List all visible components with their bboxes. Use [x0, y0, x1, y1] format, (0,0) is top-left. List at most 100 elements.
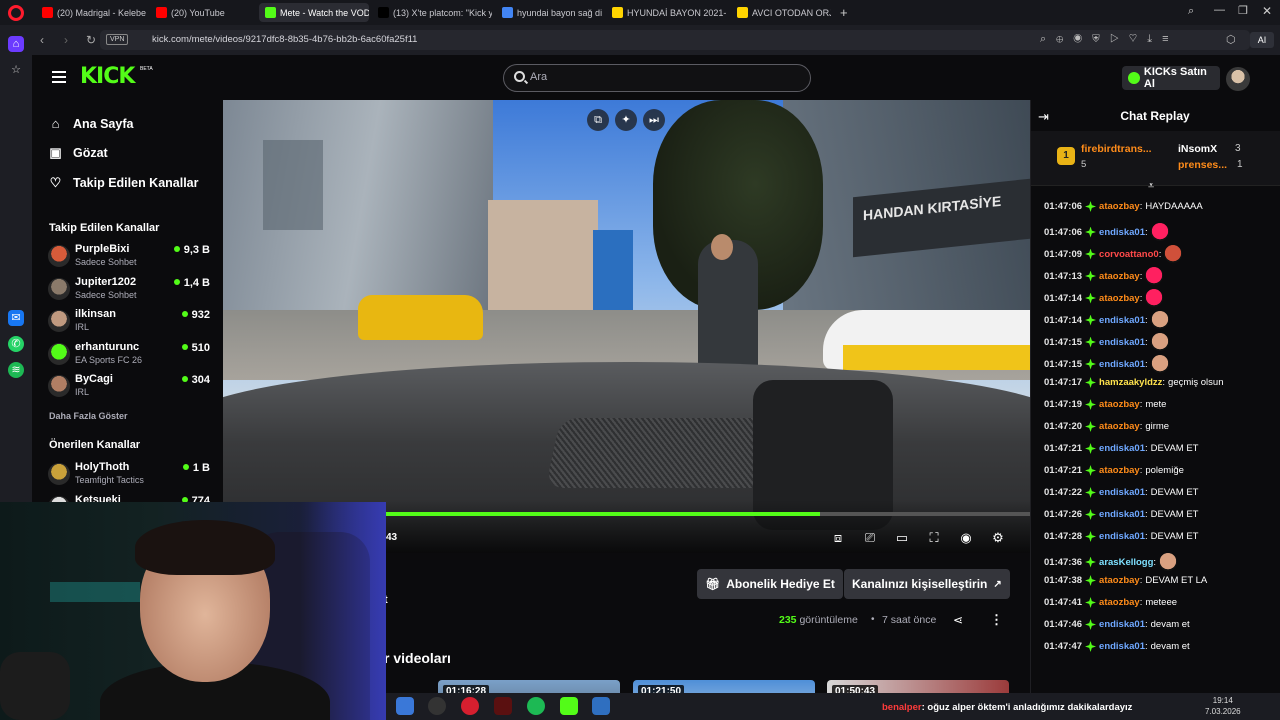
- chat-username[interactable]: ataozbay: [1099, 271, 1140, 282]
- chat-username[interactable]: ataozbay: [1099, 421, 1140, 432]
- share-icon[interactable]: ⋖: [953, 613, 963, 627]
- close-window-icon[interactable]: ✕: [1262, 4, 1272, 18]
- extensions-icon[interactable]: ⬡: [1226, 33, 1236, 46]
- followed-channel[interactable]: Jupiter1202 Sadece Sohbet 1,4 B: [48, 276, 212, 306]
- followed-channel[interactable]: ilkinsan IRL 932: [48, 308, 212, 338]
- chat-badge-icon: [1085, 399, 1097, 410]
- miniplayer-icon[interactable]: ⧈: [830, 530, 846, 546]
- followed-channel[interactable]: ByCagi IRL 304: [48, 373, 212, 403]
- browser-tab[interactable]: (13) X'te platcom: "Kick yo: [372, 3, 492, 22]
- video-yellow-car: [843, 345, 1030, 370]
- home-rail-icon[interactable]: ⌂: [8, 36, 24, 52]
- fullscreen-icon[interactable]: ⛶: [926, 530, 942, 546]
- tab-label: AVCI OTODAN ORJ HYUNI: [752, 7, 831, 18]
- video-player[interactable]: HANDAN KIRTASİYE: [223, 100, 1030, 553]
- top-gifter-name[interactable]: firebirdtrans...: [1081, 143, 1152, 155]
- expand-chevron-icon[interactable]: ⩡: [1148, 180, 1154, 193]
- browser-tab[interactable]: (20) Madrigal - Kelebekler: [36, 3, 146, 22]
- browser-tab[interactable]: Mete - Watch the VOD: [259, 3, 369, 22]
- tab-search-icon[interactable]: ⌕: [1188, 5, 1194, 18]
- taskbar-opera-icon[interactable]: [461, 697, 479, 715]
- chat-username[interactable]: endiska01: [1099, 337, 1145, 348]
- chat-username[interactable]: ataozbay: [1099, 575, 1140, 586]
- messenger-icon[interactable]: ✉: [8, 310, 24, 326]
- browser-tab[interactable]: hyundai bayon sağ dikiz a: [496, 3, 602, 22]
- browser-tab[interactable]: AVCI OTODAN ORJ HYUNI: [731, 3, 831, 22]
- search-input[interactable]: [503, 64, 811, 92]
- chat-username[interactable]: ataozbay: [1099, 465, 1140, 476]
- chat-username[interactable]: endiska01: [1099, 509, 1145, 520]
- chat-username[interactable]: corvoattano0: [1099, 249, 1159, 260]
- address-bar-tools[interactable]: ⌕⊕◉⛨▷♡⤓≡: [1040, 33, 1179, 46]
- forward-icon[interactable]: ›: [64, 33, 68, 47]
- chat-username[interactable]: ataozbay: [1099, 399, 1140, 410]
- chat-username[interactable]: endiska01: [1099, 443, 1145, 454]
- customize-channel-button[interactable]: Kanalınızı kişiselleştirin ↗: [844, 569, 1010, 599]
- nav-home-label: Ana Sayfa: [73, 116, 134, 131]
- taskbar-kick-icon[interactable]: [560, 697, 578, 715]
- reload-icon[interactable]: ↻: [86, 33, 96, 47]
- taskbar-spotify-icon[interactable]: [527, 697, 545, 715]
- chat-username[interactable]: ataozbay: [1099, 201, 1140, 212]
- clip-icon[interactable]: ⎚: [862, 530, 878, 546]
- chat-message: 01:47:14 ataozbay:: [1044, 289, 1164, 307]
- pip-icon[interactable]: ⧉: [587, 109, 609, 131]
- autoplay-icon[interactable]: ◉: [958, 530, 974, 546]
- minimize-icon[interactable]: —: [1214, 4, 1225, 16]
- followed-channel[interactable]: erhanturunc EA Sports FC 26 510: [48, 341, 212, 371]
- skip-icon[interactable]: ⏭: [643, 109, 665, 131]
- taskbar-app-icon[interactable]: [494, 697, 512, 715]
- gifter-name[interactable]: iNsomX: [1178, 143, 1217, 155]
- nav-home[interactable]: ⌂ Ana Sayfa: [48, 116, 134, 131]
- ai-button[interactable]: AI: [1250, 32, 1274, 48]
- new-tab-icon[interactable]: +: [840, 5, 848, 20]
- chat-username[interactable]: ataozbay: [1099, 293, 1140, 304]
- chat-text: HAYDAAAAA: [1145, 201, 1203, 212]
- kick-logo[interactable]: KICK: [80, 64, 135, 89]
- chat-username[interactable]: arasKellogg: [1099, 557, 1153, 568]
- chat-username[interactable]: endiska01: [1099, 531, 1145, 542]
- settings-gear-icon[interactable]: ⚙: [990, 530, 1006, 546]
- gifter-name[interactable]: prenses...: [1178, 159, 1227, 171]
- buy-kicks-button[interactable]: KICKs Satın Al: [1122, 66, 1220, 90]
- chat-username[interactable]: endiska01: [1099, 487, 1145, 498]
- chat-username[interactable]: endiska01: [1099, 641, 1145, 652]
- browser-tab[interactable]: (20) YouTube: [150, 3, 255, 22]
- chat-username[interactable]: endiska01: [1099, 227, 1145, 238]
- followed-channel[interactable]: PurpleBixi Sadece Sohbet 9,3 B: [48, 243, 212, 273]
- browser-tab[interactable]: HYUNDAİ BAYON 2021-20: [606, 3, 726, 22]
- chat-username[interactable]: endiska01: [1099, 619, 1145, 630]
- star-rail-icon[interactable]: ☆: [8, 62, 24, 78]
- chat-badge-icon: [1085, 465, 1097, 476]
- chat-username[interactable]: endiska01: [1099, 359, 1145, 370]
- taskbar-app-icon[interactable]: [592, 697, 610, 715]
- chat-username[interactable]: ataozbay: [1099, 597, 1140, 608]
- chat-text: DEVAM ET: [1150, 443, 1199, 454]
- taskbar-app-icon[interactable]: [396, 697, 414, 715]
- menu-hamburger-icon[interactable]: [52, 71, 66, 83]
- chat-username[interactable]: hamzaakyldzz: [1099, 377, 1162, 388]
- nav-following[interactable]: ♡ Takip Edilen Kanallar: [48, 175, 199, 191]
- taskbar-app-icon[interactable]: [428, 697, 446, 715]
- chat-message: 01:47:28 endiska01: DEVAM ET: [1044, 531, 1198, 542]
- chat-username[interactable]: endiska01: [1099, 315, 1145, 326]
- whatsapp-icon[interactable]: ✆: [8, 336, 24, 352]
- back-icon[interactable]: ‹: [40, 33, 44, 47]
- user-avatar[interactable]: [1226, 67, 1250, 91]
- nav-browse[interactable]: ▣ Gözat: [48, 145, 107, 161]
- chat-badge-icon: [1085, 358, 1097, 370]
- show-more-link[interactable]: Daha Fazla Göster: [49, 411, 128, 421]
- chat-timestamp: 01:47:14: [1044, 292, 1083, 304]
- theater-icon[interactable]: ▭: [894, 530, 910, 546]
- effects-icon[interactable]: ✦: [615, 109, 637, 131]
- gift-sub-button[interactable]: 🎁︎ Abonelik Hediye Et: [697, 569, 843, 599]
- chat-message: 01:47:46 endiska01: devam et: [1044, 619, 1190, 630]
- more-options-icon[interactable]: ⋮: [990, 612, 1003, 628]
- recommended-channel[interactable]: HolyThoth Teamfight Tactics 1 B: [48, 461, 212, 491]
- url-text[interactable]: kick.com/mete/videos/9217dfc8-8b35-4b76-…: [152, 34, 417, 45]
- opera-logo-icon[interactable]: [8, 5, 24, 21]
- chat-text: polemiğe: [1145, 465, 1184, 476]
- spotify-icon[interactable]: ≋: [8, 362, 24, 378]
- vpn-badge[interactable]: VPN: [106, 34, 129, 45]
- maximize-icon[interactable]: ❐: [1238, 4, 1248, 17]
